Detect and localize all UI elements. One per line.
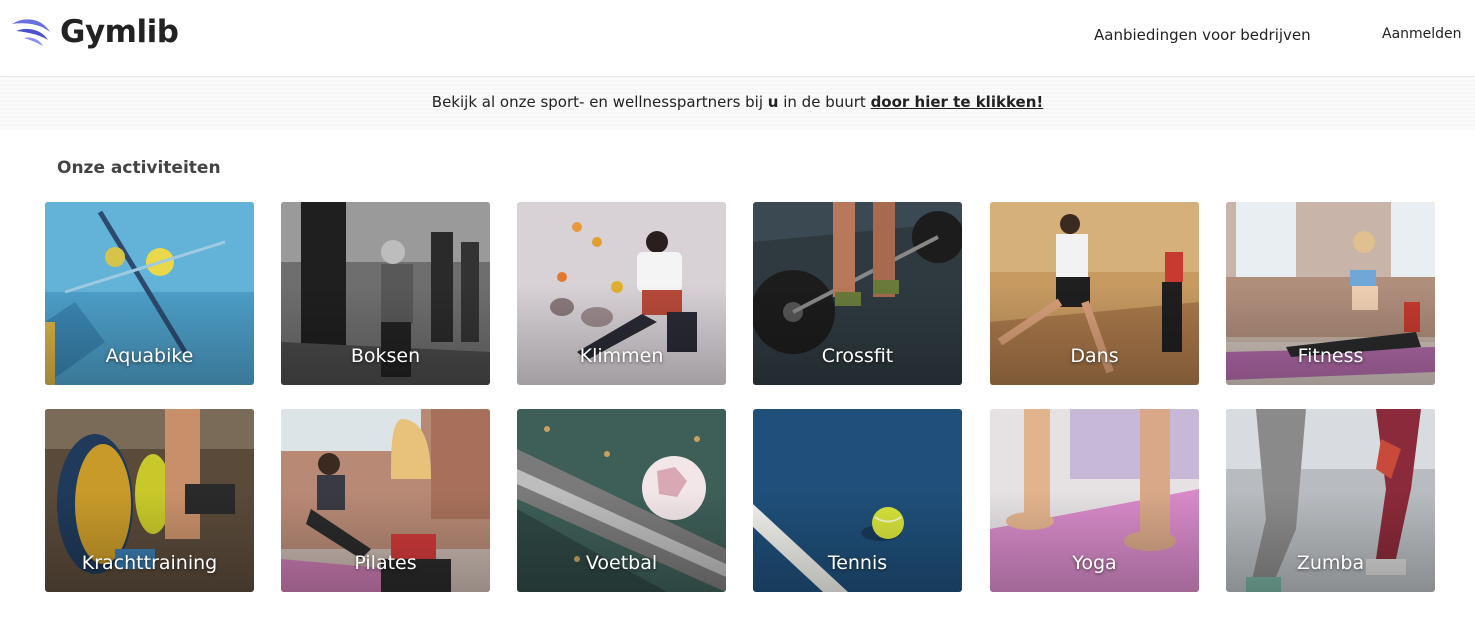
banner-text: Bekijk al onze sport- en wellnesspartner… [0,93,1475,111]
banner-text-emph: u [767,93,779,111]
activity-label: Tennis [827,552,888,574]
activity-tile-fitness[interactable]: Fitness [1226,202,1435,385]
activity-tile-dans[interactable]: Dans [990,202,1199,385]
nav-business-offers-link[interactable]: Aanbiedingen voor bedrijven [1094,26,1311,44]
activity-tile-boksen[interactable]: Boksen [281,202,490,385]
activity-label: Aquabike [105,345,194,367]
site-header: Gymlib Aanbiedingen voor bedrijven Aanme… [0,0,1475,77]
activity-tile-pilates[interactable]: Pilates [281,409,490,592]
activity-label: Dans [1070,345,1119,367]
activity-tile-crossfit[interactable]: Crossfit [753,202,962,385]
activity-tile-aquabike[interactable]: Aquabike [45,202,254,385]
partners-banner: Bekijk al onze sport- en wellnesspartner… [0,78,1475,130]
banner-click-here-link[interactable]: door hier te klikken! [871,93,1044,111]
activities-section-title: Onze activiteiten [57,158,221,178]
activity-label: Crossfit [821,345,894,367]
banner-text-middle: in de buurt [778,93,871,111]
activity-tile-yoga[interactable]: Yoga [990,409,1199,592]
activity-label: Voetbal [585,552,658,574]
activity-label: Krachttraining [81,552,218,574]
home-logo-link[interactable]: Gymlib [10,12,179,52]
activity-label: Zumba [1296,552,1365,574]
activity-label: Yoga [1072,552,1117,574]
activity-label: Fitness [1297,345,1364,367]
nav-login-link[interactable]: Aanmelden [1382,26,1462,42]
banner-text-before: Bekijk al onze sport- en wellnesspartner… [431,93,768,111]
brand-name: Gymlib [60,14,179,50]
activity-tile-voetbal[interactable]: Voetbal [517,409,726,592]
activity-tile-krachttraining[interactable]: Krachttraining [45,409,254,592]
gymlib-logo-icon [12,19,50,46]
activity-tile-zumba[interactable]: Zumba [1226,409,1435,592]
activity-label: Klimmen [579,345,664,367]
activity-tile-klimmen[interactable]: Klimmen [517,202,726,385]
activity-label: Pilates [354,552,417,574]
activity-label: Boksen [350,345,421,367]
activity-tile-tennis[interactable]: Tennis [753,409,962,592]
